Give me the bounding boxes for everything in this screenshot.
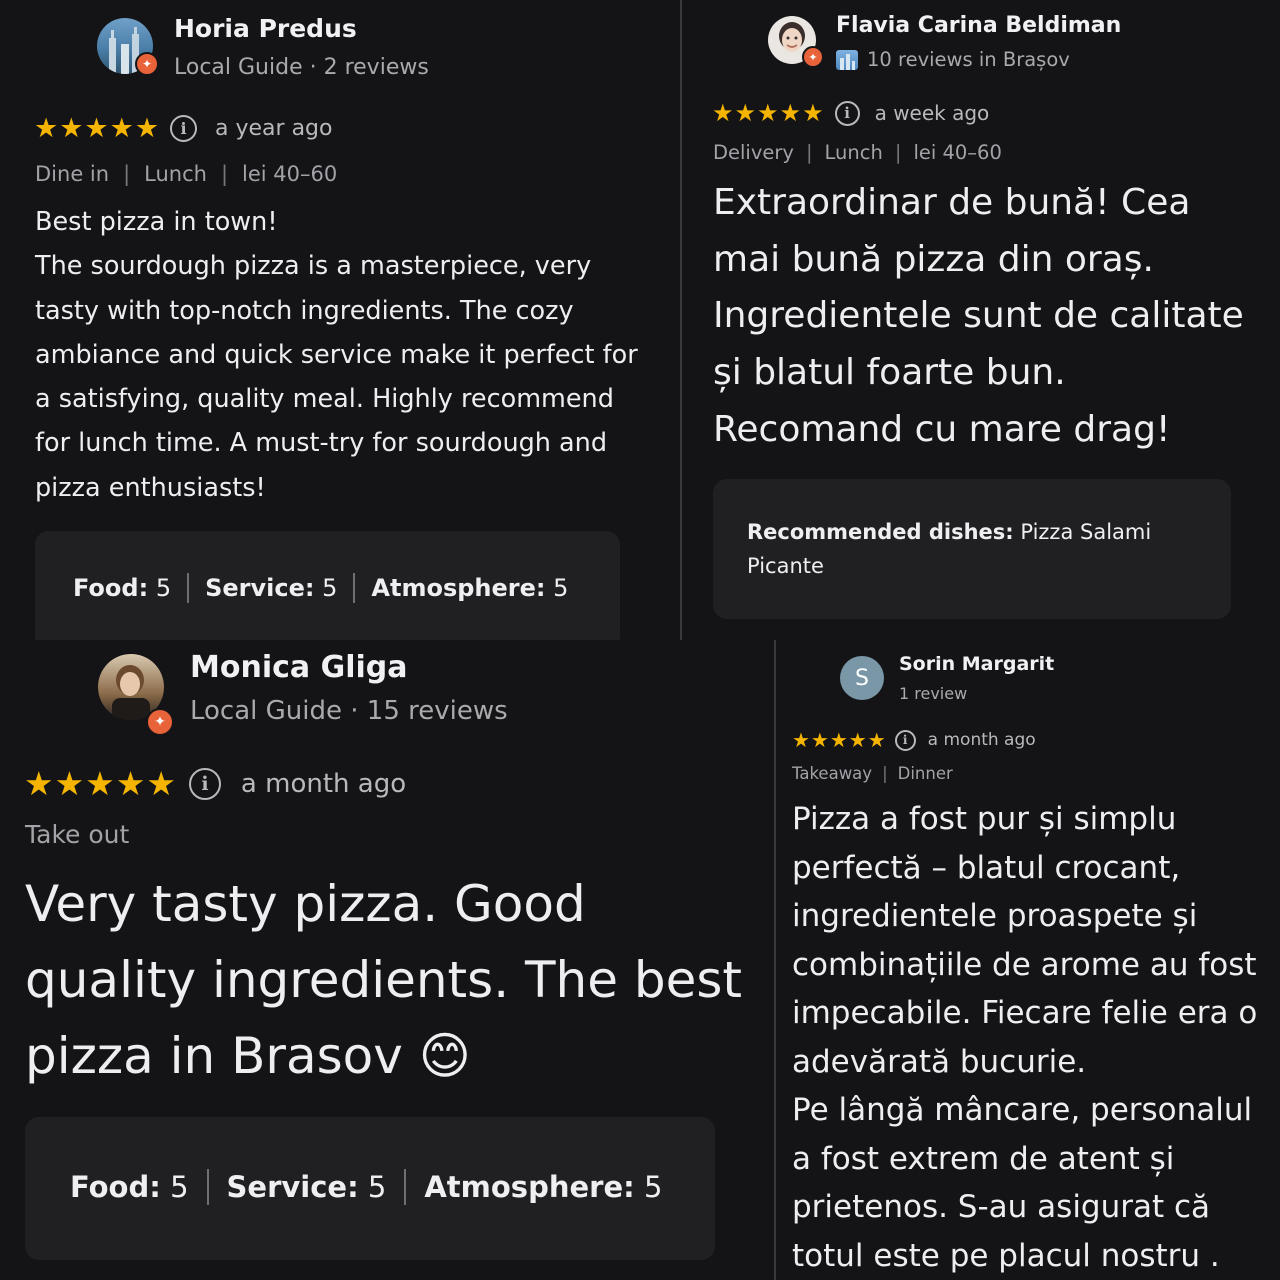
info-icon[interactable]: i bbox=[894, 729, 916, 751]
ratings-summary: Food: 5 Service: 5 Atmosphere: 5 bbox=[35, 531, 620, 640]
tag-separator: | bbox=[805, 141, 813, 164]
rating-separator bbox=[404, 1169, 407, 1205]
review-card-sorin: S Sorin Margarit 1 review ★★★★★ i a mont… bbox=[776, 640, 1280, 1280]
rating-separator bbox=[353, 573, 356, 603]
local-guide-badge-icon: ✦ bbox=[135, 52, 159, 76]
info-icon[interactable]: i bbox=[170, 115, 198, 142]
rating-separator bbox=[206, 1169, 209, 1205]
avatar[interactable]: ✦ bbox=[97, 18, 159, 76]
info-icon[interactable]: i bbox=[188, 767, 221, 800]
tag-price: lei 40–60 bbox=[913, 141, 1002, 164]
reviewer-meta: Local Guide · 15 reviews bbox=[190, 696, 508, 726]
review-text: Best pizza in town! The sourdough pizza … bbox=[35, 207, 638, 503]
review-text: Pizza a fost pur și simplu perfectă – bl… bbox=[792, 801, 1258, 1274]
review-date: a month ago bbox=[927, 730, 1036, 750]
reviewer-name[interactable]: Sorin Margarit bbox=[899, 653, 1054, 675]
rating-separator bbox=[187, 573, 190, 603]
tag-separator: | bbox=[220, 162, 229, 186]
review-date: a week ago bbox=[874, 101, 990, 125]
service-rating: Service: 5 bbox=[205, 574, 338, 602]
review-card-horia: ✦ Horia Predus Local Guide · 2 reviews ★… bbox=[0, 0, 680, 640]
reviewer-meta: 10 reviews in Brașov bbox=[867, 48, 1070, 71]
reviewer-name[interactable]: Horia Predus bbox=[174, 14, 357, 43]
recommended-dishes: Recommended dishes: Pizza Salami Picante bbox=[713, 479, 1231, 619]
tag-meal: Lunch bbox=[824, 141, 883, 164]
local-guide-badge-icon: ✦ bbox=[146, 708, 174, 736]
star-rating: ★★★★★ bbox=[34, 113, 161, 144]
food-rating: Food: 5 bbox=[70, 1170, 189, 1204]
review-text: Extraordinar de bună! Cea mai bună pizza… bbox=[713, 182, 1244, 450]
tag-service: Take out bbox=[25, 820, 130, 849]
avatar[interactable]: ✦ bbox=[98, 654, 174, 736]
tag-meal: Dinner bbox=[897, 764, 953, 783]
review-card-monica: ✦ Monica Gliga Local Guide · 15 reviews … bbox=[0, 640, 774, 1280]
tag-meal: Lunch bbox=[144, 162, 207, 186]
avatar[interactable]: S bbox=[840, 656, 884, 700]
tag-separator: | bbox=[882, 764, 888, 783]
tag-service: Delivery bbox=[713, 141, 794, 164]
service-rating: Service: 5 bbox=[226, 1170, 387, 1204]
reviewer-name[interactable]: Flavia Carina Beldiman bbox=[836, 13, 1121, 38]
review-text: Very tasty pizza. Good quality ingredien… bbox=[25, 875, 743, 1085]
reviewer-name[interactable]: Monica Gliga bbox=[190, 650, 408, 685]
local-guide-badge-icon: ✦ bbox=[802, 46, 824, 68]
review-date: a month ago bbox=[240, 768, 407, 799]
review-date: a year ago bbox=[215, 116, 333, 141]
reviewer-meta: Local Guide · 2 reviews bbox=[174, 55, 429, 80]
food-rating: Food: 5 bbox=[73, 574, 172, 602]
tag-separator: | bbox=[123, 162, 131, 186]
atmosphere-rating: Atmosphere: 5 bbox=[424, 1170, 663, 1204]
atmosphere-rating: Atmosphere: 5 bbox=[371, 574, 569, 602]
reviewer-meta: 1 review bbox=[899, 684, 968, 703]
tag-service: Dine in bbox=[35, 162, 110, 186]
tag-service: Takeaway bbox=[792, 764, 873, 783]
star-rating: ★★★★★ bbox=[24, 764, 177, 803]
star-rating: ★★★★★ bbox=[712, 99, 825, 127]
recommended-label: Recommended dishes: bbox=[747, 520, 1014, 544]
star-rating: ★★★★★ bbox=[792, 728, 887, 752]
avatar[interactable]: ✦ bbox=[768, 16, 824, 68]
tag-price: lei 40–60 bbox=[242, 162, 338, 186]
ratings-summary: Food: 5 Service: 5 Atmosphere: 5 bbox=[25, 1117, 715, 1260]
city-icon bbox=[836, 49, 858, 70]
review-card-flavia: ✦ Flavia Carina Beldiman 10 reviews in B… bbox=[682, 0, 1280, 640]
tag-separator: | bbox=[894, 141, 902, 164]
info-icon[interactable]: i bbox=[834, 100, 860, 126]
